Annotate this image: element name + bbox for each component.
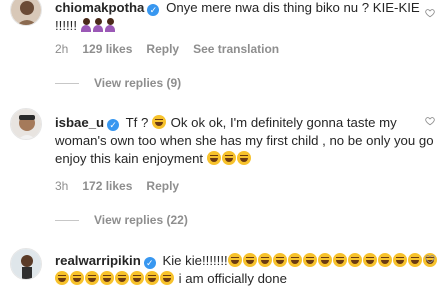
laughing-emoji-icon [236, 151, 251, 165]
woman-emoji-icon [92, 18, 103, 32]
verified-badge-icon: ✓ [143, 257, 156, 269]
like-heart-icon[interactable] [425, 8, 435, 18]
comment-lead: Kie kie!!!!!!! [162, 253, 228, 268]
avatar[interactable] [10, 0, 42, 26]
laughing-emoji-icon [302, 253, 317, 267]
view-replies-button[interactable]: View replies (22) [55, 213, 188, 227]
comment-text: realwarripikin ✓ Kie kie!!!!!!! i am offi… [55, 252, 440, 288]
laughing-emoji-icon [392, 253, 407, 267]
laughing-emoji-icon [272, 253, 287, 267]
laughing-emoji-icon [227, 253, 242, 267]
comment-tail: i [178, 271, 182, 286]
laughing-emoji-icon [347, 253, 362, 267]
woman-emoji-icon [104, 18, 115, 32]
laughing-emoji-icon [317, 253, 332, 267]
see-translation-button[interactable]: See translation [193, 42, 279, 56]
username[interactable]: realwarripikin [55, 253, 141, 268]
username[interactable]: isbae_u [55, 115, 104, 130]
laughing-emoji-icon [362, 253, 377, 267]
comment-realwarripikin: realwarripikin ✓ Kie kie!!!!!!! i am offi… [0, 246, 446, 303]
laughing-emoji-icon [221, 151, 236, 165]
laughing-emoji-icon [377, 253, 392, 267]
avatar[interactable] [10, 248, 42, 280]
laughing-emoji-icon [332, 253, 347, 267]
avatar-image [11, 109, 41, 139]
comment-tail-cont: am officially done [185, 271, 287, 286]
reply-button[interactable]: Reply [146, 179, 179, 193]
like-heart-icon[interactable] [425, 116, 435, 126]
laughing-emoji-icon [55, 271, 69, 285]
laughing-emoji-icon [287, 253, 302, 267]
comment-chiomakpotha: chiomakpotha ✓ Onye mere nwa dis thing bi… [0, 0, 446, 92]
laughing-emoji-icon [85, 271, 99, 285]
comment-body-cont: !!!!!! [55, 18, 77, 33]
likes-count[interactable]: 129 likes [82, 42, 132, 56]
comment-meta: 3h 172 likes Reply [55, 179, 193, 193]
comment-meta: 2h 129 likes Reply See translation [55, 42, 293, 56]
laughing-emoji-icon [242, 253, 257, 267]
comment-text: chiomakpotha ✓ Onye mere nwa dis thing bi… [55, 0, 440, 35]
laughing-emoji-icon [70, 271, 84, 285]
laughing-emoji-icon [145, 271, 159, 285]
laughing-emoji-icon [257, 253, 272, 267]
comment-isbae_u: isbae_u ✓ Tf ? Ok ok ok, I'm definitely g… [0, 108, 446, 228]
timestamp: 3h [55, 179, 69, 193]
reply-button[interactable]: Reply [146, 42, 179, 56]
comment-text: isbae_u ✓ Tf ? Ok ok ok, I'm definitely g… [55, 114, 440, 168]
laughing-emoji-icon [100, 271, 114, 285]
avatar-image [11, 0, 41, 25]
likes-count[interactable]: 172 likes [82, 179, 132, 193]
comment-lead: Tf ? [125, 115, 149, 130]
laughing-emoji-icon [115, 271, 129, 285]
comment-body: Onye mere nwa dis thing biko nu ? KIE-KI… [166, 0, 420, 15]
avatar-image [11, 249, 41, 279]
view-replies-button[interactable]: View replies (9) [55, 76, 181, 90]
laughing-emoji-icon [160, 271, 174, 285]
like-heart-icon[interactable] [425, 254, 435, 264]
verified-badge-icon: ✓ [107, 119, 120, 131]
divider-line [55, 83, 79, 85]
woman-emoji-icon [80, 18, 91, 32]
timestamp: 2h [55, 42, 69, 56]
verified-badge-icon: ✓ [147, 4, 160, 16]
laughing-emoji-icon [130, 271, 144, 285]
avatar[interactable] [10, 108, 42, 140]
laughing-emoji-icon [206, 151, 221, 165]
username[interactable]: chiomakpotha [55, 0, 144, 15]
divider-line [55, 220, 79, 222]
view-replies-label: View replies (22) [94, 213, 188, 227]
laughing-emoji-icon [407, 253, 422, 267]
view-replies-label: View replies (9) [94, 76, 182, 90]
laughing-emoji-icon [151, 115, 166, 129]
